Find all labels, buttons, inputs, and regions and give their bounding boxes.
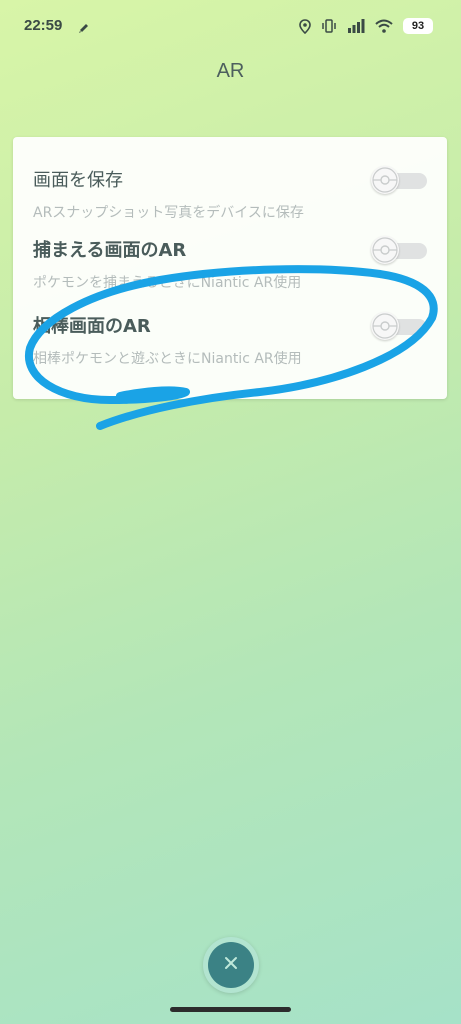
battery-indicator: 93: [403, 18, 433, 34]
signal-icon: [347, 19, 365, 33]
pokeball-toggle-knob-icon: [371, 312, 399, 340]
setting-title: 捕まえる画面のAR: [33, 240, 187, 261]
setting-title: 相棒画面のAR: [33, 316, 151, 337]
setting-description: ポケモンを捕まえるときにNiantic AR使用: [33, 275, 302, 291]
status-time: 22:59: [24, 17, 63, 34]
pokeball-toggle-knob-icon: [371, 236, 399, 264]
close-icon: [223, 955, 239, 975]
ar-settings-card: 画面を保存 ARスナップショット写真をデバイスに保存 捕まえる画面のAR ポケモ…: [13, 137, 447, 399]
close-button-inner: [208, 942, 254, 988]
setting-row-catch-ar: 捕まえる画面のAR ポケモンを捕まえるときにNiantic AR使用: [13, 219, 447, 295]
page-title: AR: [216, 60, 245, 82]
home-indicator[interactable]: [170, 1007, 291, 1012]
catch-ar-toggle[interactable]: [371, 236, 427, 264]
notification-icon: [78, 19, 90, 33]
setting-title: 画面を保存: [33, 170, 123, 191]
close-button[interactable]: [203, 937, 259, 993]
setting-row-buddy-ar: 相棒画面のAR 相棒ポケモンと遊ぶときにNiantic AR使用: [13, 295, 447, 371]
pokeball-toggle-knob-icon: [371, 166, 399, 194]
setting-row-save-screen: 画面を保存 ARスナップショット写真をデバイスに保存: [13, 149, 447, 225]
status-bar: 22:59 93: [0, 0, 461, 56]
location-icon: [299, 18, 311, 34]
wifi-icon: [375, 19, 393, 33]
buddy-ar-toggle[interactable]: [371, 312, 427, 340]
setting-description: 相棒ポケモンと遊ぶときにNiantic AR使用: [33, 351, 302, 367]
vibrate-icon: [321, 19, 337, 33]
save-screen-toggle[interactable]: [371, 166, 427, 194]
